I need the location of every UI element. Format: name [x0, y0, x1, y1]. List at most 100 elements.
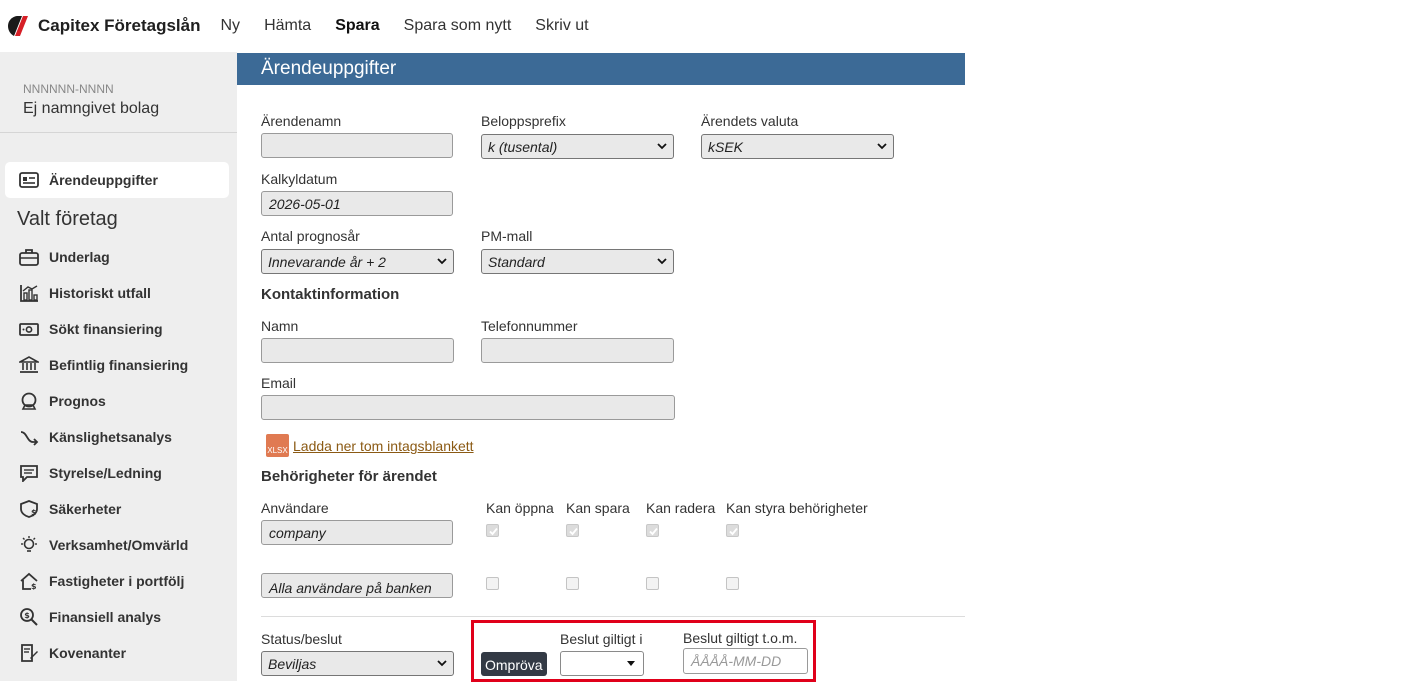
contact-section-title: Kontaktinformation [261, 286, 400, 303]
sidebar-item-label: Kovenanter [49, 645, 127, 661]
magnifier-dollar-icon: $ [18, 606, 40, 628]
nav-spara-som-nytt[interactable]: Spara som nytt [404, 17, 512, 35]
prognosar-label: Antal prognosår [261, 228, 360, 244]
nav-skriv-ut[interactable]: Skriv ut [535, 17, 588, 35]
nav-spara[interactable]: Spara [335, 17, 379, 35]
sidebar-item-arendeuppgifter[interactable]: Ärendeuppgifter [5, 162, 229, 198]
sidebar-item-label: Underlag [49, 249, 110, 265]
beslut-giltigt-i-select[interactable] [560, 651, 644, 676]
sidebar-item-label: Sökt finansiering [49, 321, 163, 337]
prognosar-value: Innevarande år + 2 [268, 254, 386, 270]
sidebar-item-label: Säkerheter [49, 501, 122, 517]
brand[interactable]: Capitex Företagslån [6, 15, 201, 37]
email-input[interactable] [261, 395, 675, 420]
permission-user-company[interactable]: company [261, 520, 453, 545]
checkbox-all-kan-spara[interactable] [566, 577, 579, 590]
sidebar-item-label: Ärendeuppgifter [49, 172, 158, 188]
sidebar-item-label: Finansiell analys [49, 609, 162, 625]
status-value: Beviljas [268, 656, 317, 672]
beloppsprefix-label: Beloppsprefix [481, 113, 566, 129]
sidebar-item-kanslighetsanalys[interactable]: Känslighetsanalys [0, 419, 237, 455]
svg-text:$: $ [31, 508, 37, 517]
chevron-down-icon [437, 660, 447, 667]
status-label: Status/beslut [261, 631, 342, 647]
section-divider [261, 616, 965, 617]
checkbox-company-kan-spara[interactable] [566, 524, 579, 537]
xlsx-file-icon[interactable]: XLSX [266, 434, 289, 457]
bank-icon [18, 354, 40, 376]
checkbox-company-kan-radera[interactable] [646, 524, 659, 537]
document-pen-icon [18, 642, 40, 664]
caret-down-icon [627, 661, 635, 666]
download-intake-form-link[interactable]: Ladda ner tom intagsblankett [293, 438, 474, 454]
omprova-button[interactable]: Ompröva [481, 652, 547, 676]
svg-text:$: $ [31, 582, 37, 590]
sidebar-item-label: Befintlig finansiering [49, 357, 189, 373]
chevron-down-icon [437, 258, 447, 265]
col-kan-oppna: Kan öppna [486, 500, 554, 516]
pm-mall-value: Standard [488, 254, 545, 270]
chevron-down-icon [657, 258, 667, 265]
namn-input[interactable] [261, 338, 454, 363]
checkbox-all-kan-styra[interactable] [726, 577, 739, 590]
app-title: Capitex Företagslån [38, 16, 201, 35]
sidebar-item-label: Historiskt utfall [49, 285, 151, 301]
sidebar-item-finansiell-analys[interactable]: $ Finansiell analys [0, 599, 237, 635]
checkbox-company-kan-styra[interactable] [726, 524, 739, 537]
permission-user-all-bank[interactable]: Alla användare på banken [261, 573, 453, 598]
chevron-down-icon [657, 143, 667, 150]
case-details-form: Ärendenamn Beloppsprefix k (tusental) Är… [237, 85, 965, 681]
svg-text:$: $ [24, 611, 30, 620]
telefon-input[interactable] [481, 338, 674, 363]
top-nav: Ny Hämta Spara Spara som nytt Skriv ut [221, 17, 613, 35]
sidebar: NNNNNN-NNNN Ej namngivet bolag Ärendeupp… [0, 52, 237, 681]
sidebar-item-label: Verksamhet/Omvärld [49, 537, 189, 553]
sidebar-item-befintlig-finansiering[interactable]: Befintlig finansiering [0, 347, 237, 383]
nav-hamta[interactable]: Hämta [264, 17, 311, 35]
valuta-value: kSEK [708, 139, 744, 155]
beslut-tom-date-input[interactable]: ÅÅÅÅ-MM-DD [683, 648, 808, 674]
telefon-label: Telefonnummer [481, 318, 578, 334]
sidebar-item-underlag[interactable]: Underlag [0, 239, 237, 275]
sidebar-item-historiskt-utfall[interactable]: Historiskt utfall [0, 275, 237, 311]
sidebar-item-sokt-finansiering[interactable]: Sökt finansiering [0, 311, 237, 347]
house-icon: $ [18, 570, 40, 592]
sidebar-item-prognos[interactable]: Prognos [0, 383, 237, 419]
top-bar: Capitex Företagslån Ny Hämta Spara Spara… [0, 0, 1413, 52]
company-info: NNNNNN-NNNN Ej namngivet bolag [0, 52, 237, 133]
bar-chart-icon [18, 282, 40, 304]
message-icon [18, 462, 40, 484]
sidebar-item-label: Känslighetsanalys [49, 429, 172, 445]
lightbulb-icon [18, 534, 40, 556]
pm-mall-select[interactable]: Standard [481, 249, 674, 274]
xlsx-badge-text: XLSX [267, 446, 288, 455]
id-card-icon [18, 169, 40, 191]
beslut-tom-label: Beslut giltigt t.o.m. [683, 630, 798, 646]
checkbox-company-kan-oppna[interactable] [486, 524, 499, 537]
sidebar-section-heading: Valt företag [17, 208, 118, 230]
checkbox-all-kan-radera[interactable] [646, 577, 659, 590]
prognosar-select[interactable]: Innevarande år + 2 [261, 249, 454, 274]
sidebar-item-verksamhet-omvarld[interactable]: Verksamhet/Omvärld [0, 527, 237, 563]
permissions-section-title: Behörigheter för ärendet [261, 468, 437, 485]
sidebar-item-fastigheter[interactable]: $ Fastigheter i portfölj [0, 563, 237, 599]
beslut-giltigt-i-label: Beslut giltigt i [560, 631, 643, 647]
pm-mall-label: PM-mall [481, 228, 533, 244]
nav-ny[interactable]: Ny [221, 17, 241, 35]
sidebar-item-kovenanter[interactable]: Kovenanter [0, 635, 237, 671]
beloppsprefix-select[interactable]: k (tusental) [481, 134, 674, 159]
kalkyldatum-label: Kalkyldatum [261, 171, 338, 187]
status-select[interactable]: Beviljas [261, 651, 454, 676]
arendenamn-input[interactable] [261, 133, 453, 158]
sidebar-item-sakerheter[interactable]: $ Säkerheter [0, 491, 237, 527]
briefcase-icon [18, 246, 40, 268]
checkbox-all-kan-oppna[interactable] [486, 577, 499, 590]
kalkyldatum-input[interactable]: 2026-05-01 [261, 191, 453, 216]
valuta-select[interactable]: kSEK [701, 134, 894, 159]
col-kan-spara: Kan spara [566, 500, 630, 516]
email-label: Email [261, 375, 297, 391]
sidebar-item-label: Styrelse/Ledning [49, 465, 162, 481]
sidebar-item-styrelse-ledning[interactable]: Styrelse/Ledning [0, 455, 237, 491]
permissions-user-label: Användare [261, 500, 329, 516]
namn-label: Namn [261, 318, 299, 334]
